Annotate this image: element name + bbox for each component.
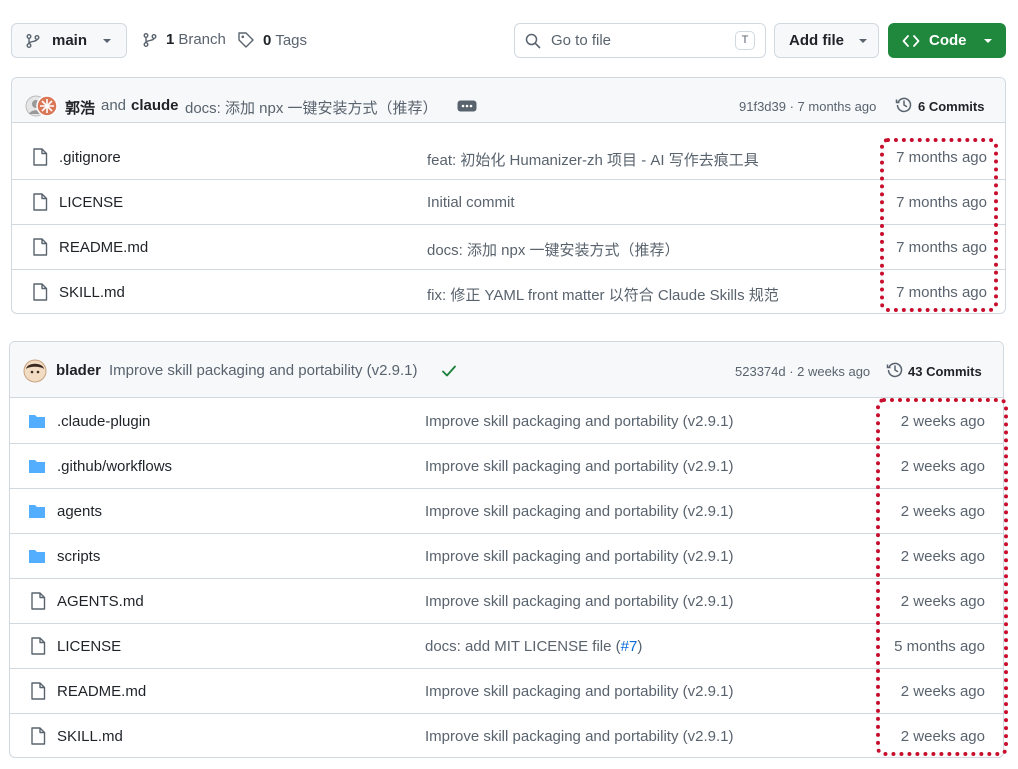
file-name-link[interactable]: SKILL.md (59, 284, 125, 301)
file-name-link[interactable]: AGENTS.md (57, 593, 144, 610)
file-icon (31, 727, 46, 745)
commits-count-link[interactable]: 6 Commits (918, 99, 984, 114)
highlight-box-ages-1 (880, 138, 998, 312)
code-icon (902, 34, 920, 47)
tags-link[interactable]: 0 Tags (237, 31, 307, 49)
history-icon (895, 97, 912, 113)
table-row[interactable]: README.md Improve skill packaging and po… (10, 668, 1003, 713)
file-icon (31, 682, 46, 700)
commit-message-link[interactable]: Improve skill packaging and portability … (425, 728, 733, 745)
ellipsis-icon[interactable] (457, 100, 477, 112)
branch-name: main (52, 32, 88, 49)
folder-name-link[interactable]: .claude-plugin (57, 413, 150, 430)
file-name-link[interactable]: LICENSE (59, 194, 123, 211)
commit-message-link[interactable]: Improve skill packaging and portability … (425, 593, 733, 610)
highlight-box-ages-2 (876, 398, 1008, 756)
go-to-file-search[interactable]: Go to file T (514, 23, 766, 58)
folder-icon (29, 415, 45, 428)
add-file-label: Add file (789, 32, 844, 49)
file-name-link[interactable]: LICENSE (57, 638, 121, 655)
history-icon (886, 362, 903, 378)
file-name-link[interactable]: .gitignore (59, 149, 121, 166)
commit-message-link[interactable]: Improve skill packaging and portability … (425, 458, 733, 475)
table-row[interactable]: .github/workflows Improve skill packagin… (10, 443, 1003, 488)
commit-author[interactable]: 郭浩 (65, 97, 95, 118)
commit-message-prefix: docs: add MIT LICENSE file ( (425, 638, 621, 655)
search-shortcut-key: T (735, 31, 755, 50)
commit-message-link[interactable]: fix: 修正 YAML front matter 以符合 Claude Ski… (427, 284, 779, 305)
file-icon (33, 193, 48, 211)
commit-message-link[interactable]: Improve skill packaging and portability … (425, 503, 733, 520)
file-icon (33, 148, 48, 166)
tag-icon (238, 32, 254, 48)
file-name-link[interactable]: README.md (57, 683, 146, 700)
commit-message-link[interactable]: feat: 初始化 Humanizer-zh 项目 - AI 写作去痕工具 (427, 149, 759, 170)
search-icon (525, 33, 541, 48)
avatar (36, 95, 58, 117)
chevron-down-icon (859, 38, 867, 43)
chevron-down-icon (983, 38, 992, 43)
avatar (23, 359, 47, 383)
table-row[interactable]: README.md docs: 添加 npx 一键安装方式（推荐） 7 mont… (12, 224, 1005, 269)
file-icon (33, 283, 48, 301)
tag-text: Tags (275, 31, 308, 49)
commit-coauthor[interactable]: claude (131, 97, 179, 114)
table-row[interactable]: SKILL.md Improve skill packaging and por… (10, 713, 1003, 757)
commit-message-link[interactable]: Initial commit (427, 194, 515, 211)
commit-meta[interactable]: 91f3d39 · 7 months ago (739, 99, 876, 114)
branch-selector-button[interactable]: main (11, 23, 127, 58)
folder-name-link[interactable]: scripts (57, 548, 100, 565)
folder-name-link[interactable]: agents (57, 503, 102, 520)
file-list-panel-2: blader Improve skill packaging and porta… (9, 341, 1004, 758)
commit-message-link[interactable]: Improve skill packaging and portability … (425, 548, 733, 565)
commit-message-link[interactable]: Improve skill packaging and portability … (425, 413, 733, 430)
commit-message-link[interactable]: docs: add MIT LICENSE file (#7) (425, 638, 642, 655)
table-row[interactable]: SKILL.md fix: 修正 YAML front matter 以符合 C… (12, 269, 1005, 313)
latest-commit-header: blader Improve skill packaging and porta… (10, 342, 1003, 398)
table-row[interactable]: AGENTS.md Improve skill packaging and po… (10, 578, 1003, 623)
branch-count: 1 (166, 31, 175, 48)
folder-icon (29, 550, 45, 563)
git-branch-icon (26, 33, 40, 48)
commit-message-link[interactable]: Improve skill packaging and portability … (425, 683, 733, 700)
file-icon (31, 637, 46, 655)
commits-count-link[interactable]: 43 Commits (908, 364, 982, 379)
code-button[interactable]: Code (888, 23, 1006, 58)
commit-meta[interactable]: 523374d · 2 weeks ago (735, 364, 870, 379)
table-row[interactable]: agents Improve skill packaging and porta… (10, 488, 1003, 533)
commit-message-link[interactable]: docs: 添加 npx 一键安装方式（推荐） (427, 239, 680, 260)
file-icon (33, 238, 48, 256)
commit-message[interactable]: docs: 添加 npx 一键安装方式（推荐） (185, 97, 438, 118)
commit-message-suffix: ) (637, 638, 643, 655)
table-row[interactable]: scripts Improve skill packaging and port… (10, 533, 1003, 578)
folder-icon (29, 505, 45, 518)
git-branch-icon (143, 32, 157, 47)
file-list-panel-1: 郭浩 and claude docs: 添加 npx 一键安装方式（推荐） 91… (11, 77, 1006, 314)
table-row[interactable]: .gitignore feat: 初始化 Humanizer-zh 项目 - A… (12, 135, 1005, 180)
branches-link[interactable]: 1 Branch (142, 31, 226, 48)
chevron-down-icon (103, 38, 112, 43)
author-separator: and (101, 97, 127, 114)
folder-name-link[interactable]: .github/workflows (57, 458, 172, 475)
code-label: Code (929, 32, 967, 49)
commit-message[interactable]: Improve skill packaging and portability … (109, 362, 417, 379)
table-row[interactable]: LICENSE docs: add MIT LICENSE file (#7) … (10, 623, 1003, 668)
table-row[interactable]: LICENSE Initial commit 7 months ago (12, 179, 1005, 224)
branch-text: Branch (178, 31, 226, 48)
file-icon (31, 592, 46, 610)
file-name-link[interactable]: README.md (59, 239, 148, 256)
pull-request-link[interactable]: #7 (621, 638, 638, 655)
search-input-placeholder: Go to file (551, 32, 612, 49)
latest-commit-header: 郭浩 and claude docs: 添加 npx 一键安装方式（推荐） 91… (12, 78, 1005, 123)
file-name-link[interactable]: SKILL.md (57, 728, 123, 745)
folder-icon (29, 460, 45, 473)
commit-author[interactable]: blader (56, 362, 101, 379)
check-icon (442, 365, 456, 377)
table-row[interactable]: .claude-plugin Improve skill packaging a… (10, 399, 1003, 444)
add-file-button[interactable]: Add file (774, 23, 879, 58)
tag-count: 0 (263, 31, 272, 49)
